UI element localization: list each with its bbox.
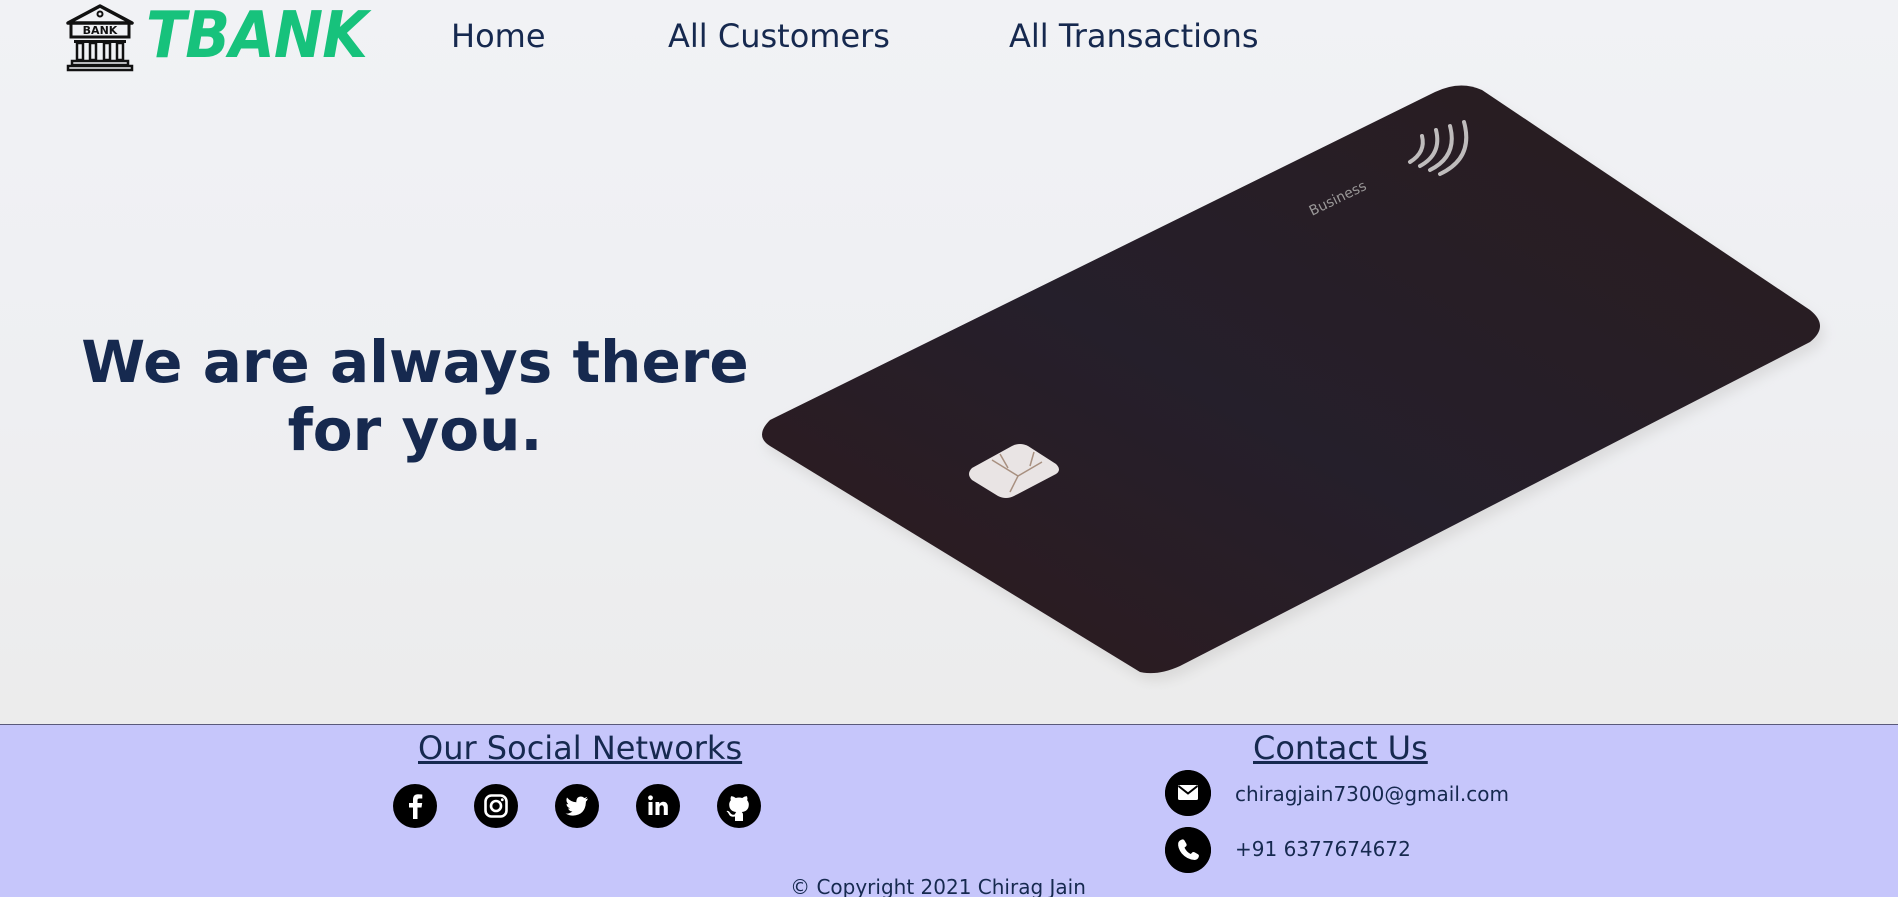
- footer: Our Social Networks Contact Us chiragjai…: [0, 724, 1898, 897]
- hero-title-line-2: for you.: [287, 396, 543, 464]
- hero-title-line-1: We are always there: [81, 328, 749, 396]
- nav-all-customers[interactable]: All Customers: [668, 15, 890, 57]
- instagram-icon[interactable]: [473, 783, 519, 829]
- copyright: © Copyright 2021 Chirag Jain: [0, 875, 1898, 897]
- contact-phone[interactable]: +91 6377674672: [1235, 836, 1411, 862]
- linkedin-icon[interactable]: [635, 783, 681, 829]
- brand-name[interactable]: TBANK: [146, 0, 368, 72]
- copyright-text: © Copyright 2021 Chirag Jain: [790, 875, 1086, 897]
- contact-email[interactable]: chiragjain7300@gmail.com: [1235, 781, 1509, 807]
- contact-heading: Contact Us: [1253, 729, 1428, 767]
- hero-title: We are always there for you.: [60, 328, 770, 464]
- social-heading: Our Social Networks: [418, 729, 743, 767]
- phone-icon: [1165, 827, 1211, 873]
- hero-section: BANK TBANK Home All Customers All Transa…: [0, 0, 1898, 724]
- github-icon[interactable]: [716, 783, 762, 829]
- twitter-icon[interactable]: [554, 783, 600, 829]
- facebook-icon[interactable]: [392, 783, 438, 829]
- nav-home[interactable]: Home: [451, 15, 546, 57]
- mail-icon: [1165, 770, 1211, 816]
- svg-text:BANK: BANK: [83, 24, 118, 37]
- credit-card-image: Business: [762, 85, 1824, 682]
- bank-building-icon[interactable]: BANK: [64, 3, 136, 73]
- nav-all-transactions[interactable]: All Transactions: [1009, 15, 1259, 57]
